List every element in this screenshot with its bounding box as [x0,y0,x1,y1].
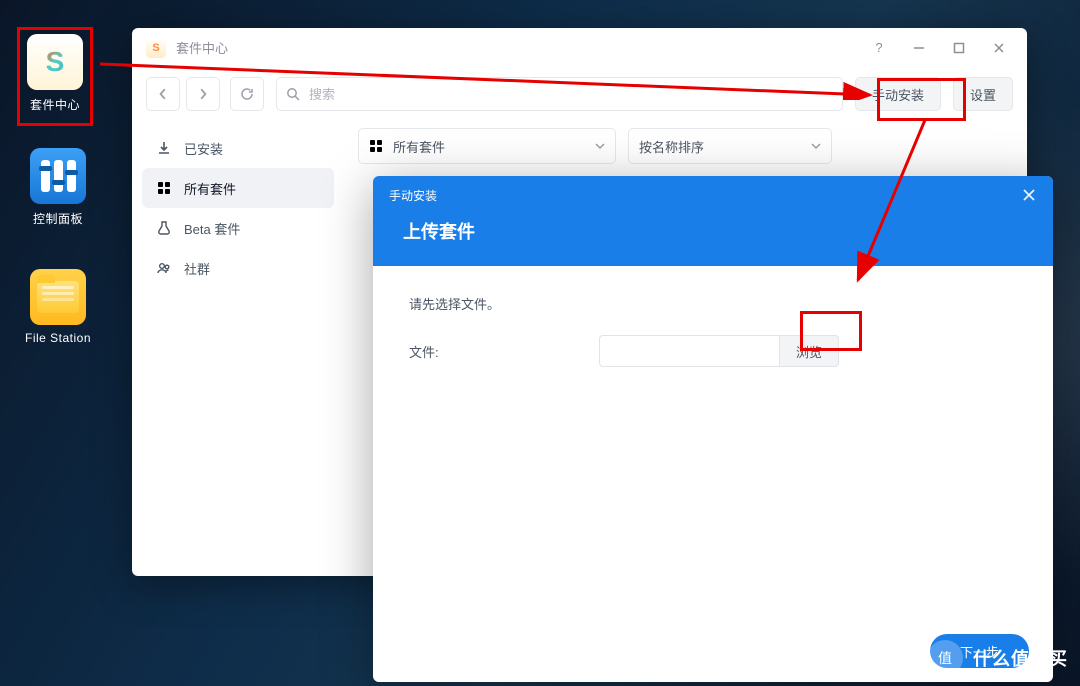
sidebar-item-installed[interactable]: 已安装 [142,128,334,168]
back-button[interactable] [146,77,180,111]
window-toolbar: 手动安装 设置 [132,68,1027,120]
modal-title: 上传套件 [403,218,1023,244]
minimize-button[interactable] [899,34,939,62]
settings-button[interactable]: 设置 [953,77,1013,111]
modal-breadcrumb: 手动安装 [389,187,437,204]
file-label: 文件: [409,342,599,361]
desktop-icon-label: 控制面板 [20,210,96,227]
manual-install-button[interactable]: 手动安装 [855,77,941,111]
desktop-icon-label: File Station [20,331,96,345]
manual-install-modal: 手动安装 上传套件 请先选择文件。 文件: 浏览 下一步 [373,176,1053,682]
watermark-icon: 值 [927,640,963,676]
chevron-down-icon [595,141,605,151]
desktop-icon-file-station[interactable]: File Station [20,269,96,345]
modal-hint: 请先选择文件。 [409,294,1017,313]
window-titlebar: S 套件中心 ? [132,28,1027,68]
grid-icon [156,180,172,196]
sidebar-item-all-packages[interactable]: 所有套件 [142,168,334,208]
watermark-text: 什么值得买 [973,645,1068,671]
sidebar: 已安装 所有套件 Beta 套件 社群 [132,120,344,576]
desktop-icon-label: 套件中心 [20,96,90,113]
window-app-icon: S [146,38,166,58]
search-field-wrapper [276,77,843,111]
file-path-input[interactable] [599,335,779,367]
sidebar-item-label: 所有套件 [184,179,236,198]
control-panel-icon [30,148,86,204]
close-button[interactable] [979,34,1019,62]
file-station-icon [30,269,86,325]
grid-icon [369,139,383,153]
filter-dropdown-category[interactable]: 所有套件 [358,128,616,164]
sidebar-item-beta[interactable]: Beta 套件 [142,208,334,248]
desktop-icon-package-center[interactable]: S 套件中心 [17,27,93,126]
modal-header: 手动安装 上传套件 [373,176,1053,266]
search-input[interactable] [276,77,843,111]
download-icon [156,140,172,156]
sidebar-item-label: Beta 套件 [184,219,240,238]
dropdown-label: 按名称排序 [639,137,704,156]
browse-button[interactable]: 浏览 [779,335,839,367]
package-center-icon: S [27,34,83,90]
sidebar-item-community[interactable]: 社群 [142,248,334,288]
forward-button[interactable] [186,77,220,111]
community-icon [156,260,172,276]
close-icon [1023,189,1035,201]
chevron-down-icon [811,141,821,151]
filter-dropdown-sort[interactable]: 按名称排序 [628,128,832,164]
window-title: 套件中心 [176,38,228,57]
watermark: 值 什么值得买 [927,640,1068,676]
sidebar-item-label: 社群 [184,259,210,278]
desktop-icon-control-panel[interactable]: 控制面板 [20,148,96,227]
modal-close-button[interactable] [1011,177,1047,213]
beta-icon [156,220,172,236]
refresh-button[interactable] [230,77,264,111]
maximize-button[interactable] [939,34,979,62]
modal-body: 请先选择文件。 文件: 浏览 [373,266,1053,620]
help-button[interactable]: ? [859,34,899,62]
search-icon [286,87,300,101]
dropdown-label: 所有套件 [393,137,445,156]
sidebar-item-label: 已安装 [184,139,223,158]
